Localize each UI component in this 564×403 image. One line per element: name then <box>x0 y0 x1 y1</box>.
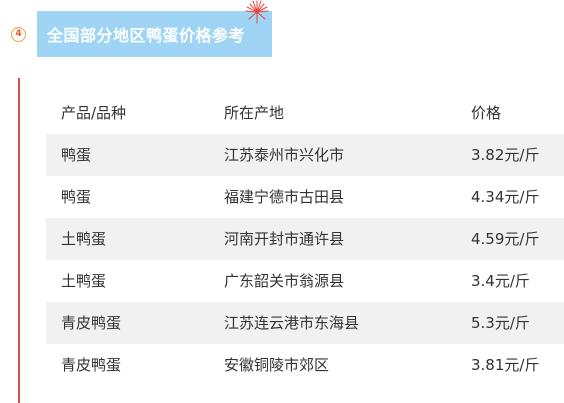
cell-origin: 江苏连云港市东海县 <box>224 314 360 332</box>
cell-product: 青皮鸭蛋 <box>61 356 122 374</box>
header-origin: 所在产地 <box>224 104 285 122</box>
table-header-row: 产品/品种 所在产地 价格 <box>46 92 564 134</box>
cell-price: 3.82元/斤 <box>471 146 540 164</box>
cell-origin: 广东韶关市翁源县 <box>224 272 345 290</box>
cell-price: 5.3元/斤 <box>471 314 530 332</box>
price-table: 产品/品种 所在产地 价格 鸭蛋 江苏泰州市兴化市 3.82元/斤 鸭蛋 福建宁… <box>46 92 564 386</box>
cell-product: 鸭蛋 <box>61 146 92 164</box>
cell-origin: 安徽铜陵市郊区 <box>224 356 330 374</box>
section-title: 全国部分地区鸭蛋价格参考 <box>47 26 246 45</box>
cell-origin: 河南开封市通许县 <box>224 230 345 248</box>
header-product: 产品/品种 <box>61 104 127 122</box>
cell-origin: 福建宁德市古田县 <box>224 188 345 206</box>
firework-decoration-icon <box>245 0 269 24</box>
cell-price: 4.59元/斤 <box>471 230 540 248</box>
table-row: 青皮鸭蛋 安徽铜陵市郊区 3.81元/斤 <box>46 344 564 386</box>
cell-product: 土鸭蛋 <box>61 272 107 290</box>
cell-price: 3.4元/斤 <box>471 272 530 290</box>
table-row: 青皮鸭蛋 江苏连云港市东海县 5.3元/斤 <box>46 302 564 344</box>
table-row: 土鸭蛋 广东韶关市翁源县 3.4元/斤 <box>46 260 564 302</box>
cell-product: 土鸭蛋 <box>61 230 107 248</box>
side-accent-line <box>18 78 20 403</box>
cell-price: 3.81元/斤 <box>471 356 540 374</box>
cell-origin: 江苏泰州市兴化市 <box>224 146 345 164</box>
cell-product: 鸭蛋 <box>61 188 92 206</box>
cell-price: 4.34元/斤 <box>471 188 540 206</box>
cell-product: 青皮鸭蛋 <box>61 314 122 332</box>
table-row: 鸭蛋 福建宁德市古田县 4.34元/斤 <box>46 176 564 218</box>
table-row: 鸭蛋 江苏泰州市兴化市 3.82元/斤 <box>46 134 564 176</box>
header-price: 价格 <box>471 104 502 122</box>
section-number-badge: 4 <box>11 27 26 42</box>
table-row: 土鸭蛋 河南开封市通许县 4.59元/斤 <box>46 218 564 260</box>
price-reference-section: 4 全国部分地区鸭蛋价格参考 产品/品种 所在产地 价格 鸭蛋 江苏泰州市兴化市… <box>0 0 564 403</box>
